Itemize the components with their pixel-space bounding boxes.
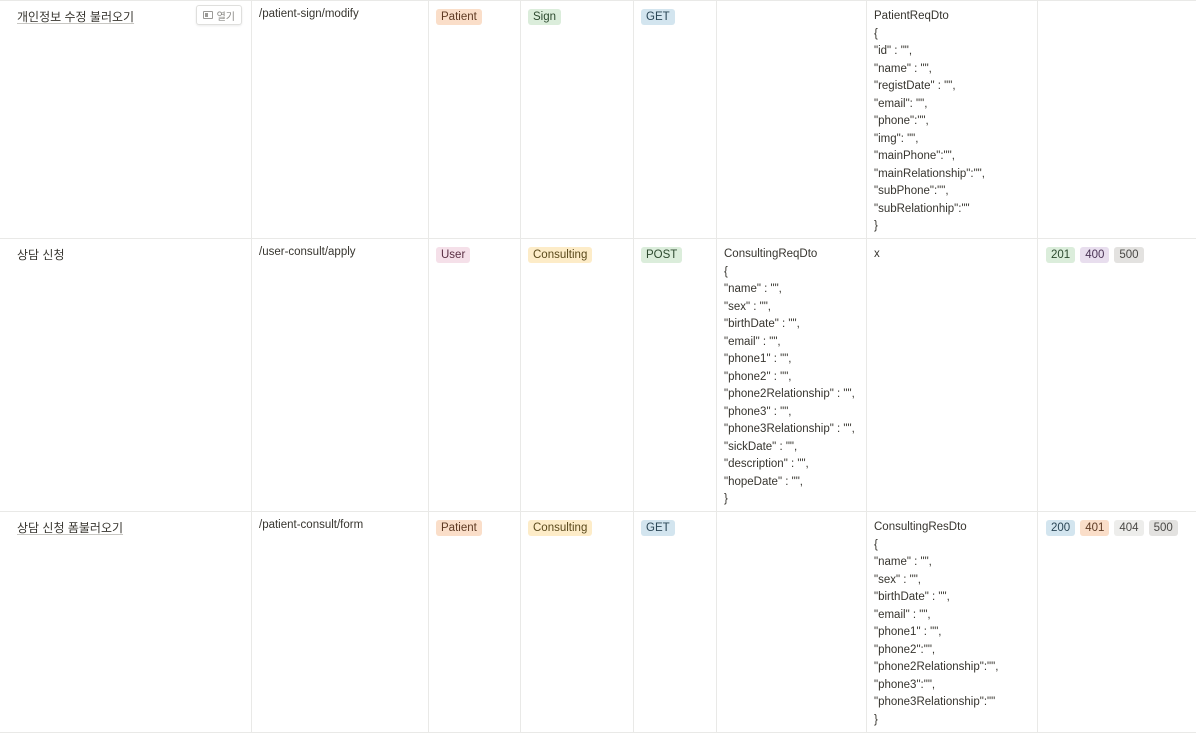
request-line: "name" : "", [724,283,782,295]
status-tag: 401 [1080,520,1110,536]
row-title[interactable]: 상담 신청 [17,248,65,262]
url-cell[interactable]: /patient-sign/modify [252,1,429,238]
response-line: { [874,27,878,40]
open-button-label: 열기 [216,11,235,23]
response-line: "id" : "", [874,45,913,57]
table-row[interactable]: 상담 신청 /user-consult/apply User Consultin… [0,239,1196,512]
request-line: "phone2" : "", [724,370,792,383]
response-line: "img": "", [874,132,919,145]
response-cell[interactable]: x [867,239,1038,511]
title-cell[interactable]: 개인정보 수정 불러오기 열기 [0,1,252,238]
response-line: "sex" : "", [874,573,922,586]
request-line: "phone2Relationship" : "", [724,388,855,400]
status-tag: 404 [1114,520,1144,536]
request-line: "description" : "", [724,458,809,470]
response-line: "phone3Relationship":"" [874,696,996,708]
request-line: } [724,493,728,505]
table-row[interactable]: 상담 신청 폼불러오기 /patient-consult/form Patien… [0,512,1196,733]
method-cell[interactable]: GET [634,512,717,732]
status-tag: 500 [1114,247,1144,263]
request-line: ConsultingReqDto [724,248,818,260]
response-line: "email" : "", [874,608,931,621]
response-line: { [874,538,878,551]
open-button[interactable]: 열기 [195,5,242,25]
method-cell[interactable]: POST [634,239,717,511]
role-tag: Patient [436,9,482,25]
row-title[interactable]: 상담 신청 폼불러오기 [17,521,123,535]
url-text: /user-consult/apply [259,246,356,258]
response-line: "email": "", [874,97,928,110]
response-line: x [874,248,880,260]
method-cell[interactable]: GET [634,1,717,238]
response-line: PatientReqDto [874,10,949,22]
status-tag: 201 [1046,247,1076,263]
url-cell[interactable]: /patient-consult/form [252,512,429,732]
title-cell[interactable]: 상담 신청 폼불러오기 [0,512,252,732]
response-line: "subRelationhip":"" [874,202,970,215]
url-text: /patient-consult/form [259,519,364,531]
url-text: /patient-sign/modify [259,8,359,20]
response-line: "phone1" : "", [874,626,942,638]
category-cell[interactable]: Consulting [521,512,634,732]
request-line: "birthDate" : "", [724,318,800,330]
request-line: { [724,265,728,278]
response-line: "name" : "", [874,556,932,568]
response-line: "phone3":"", [874,678,936,691]
response-line: } [874,713,878,726]
response-line: "name" : "", [874,62,932,75]
category-tag: Consulting [528,247,593,263]
role-cell[interactable]: Patient [429,1,521,238]
request-cell[interactable] [717,1,867,238]
category-cell[interactable]: Sign [521,1,634,238]
request-line: "sex" : "", [724,300,772,313]
role-cell[interactable]: User [429,239,521,511]
response-cell[interactable]: ConsultingResDto { "name" : "", "sex" : … [867,512,1038,732]
response-line: "phone2":"", [874,643,936,656]
request-line: "sickDate" : "", [724,440,798,453]
response-line: "birthDate" : "", [874,591,950,603]
response-line: ConsultingResDto [874,521,967,533]
method-tag: POST [641,247,683,263]
response-line: "phone2Relationship":"", [874,661,999,673]
response-line: "mainPhone":"", [874,150,955,162]
table-row[interactable]: 개인정보 수정 불러오기 열기 /patient-sign/modify Pat… [0,0,1196,239]
title-cell[interactable]: 상담 신청 [0,239,252,511]
response-line: "registDate" : "", [874,80,956,92]
status-cell[interactable]: 200 401 404 500 [1038,512,1196,732]
status-tag: 200 [1046,520,1076,536]
request-line: "phone3" : "", [724,405,792,418]
status-tag: 400 [1080,247,1110,263]
request-line: "phone1" : "", [724,353,792,365]
status-cell[interactable]: 201 400 500 [1038,239,1196,511]
request-line: "hopeDate" : "", [724,475,803,488]
role-tag: User [436,247,471,263]
request-cell[interactable] [717,512,867,732]
method-tag: GET [641,520,675,536]
category-tag: Consulting [528,520,593,536]
request-cell[interactable]: ConsultingReqDto { "name" : "", "sex" : … [717,239,867,511]
status-cell[interactable] [1038,1,1196,238]
request-line: "phone3Relationship" : "", [724,423,855,435]
role-cell[interactable]: Patient [429,512,521,732]
category-tag: Sign [528,9,562,25]
side-peek-icon [202,11,213,19]
url-cell[interactable]: /user-consult/apply [252,239,429,511]
request-line: "email" : "", [724,335,781,348]
category-cell[interactable]: Consulting [521,239,634,511]
role-tag: Patient [436,520,482,536]
row-title[interactable]: 개인정보 수정 불러오기 [17,10,134,24]
response-line: "subPhone":"", [874,185,949,197]
response-line: "mainRelationship":"", [874,167,985,180]
response-cell[interactable]: PatientReqDto { "id" : "", "name" : "", … [867,1,1038,238]
status-tag: 500 [1148,520,1178,536]
api-table: 개인정보 수정 불러오기 열기 /patient-sign/modify Pat… [0,0,1196,733]
response-line: } [874,220,878,232]
method-tag: GET [641,9,675,25]
response-line: "phone":"", [874,115,929,127]
